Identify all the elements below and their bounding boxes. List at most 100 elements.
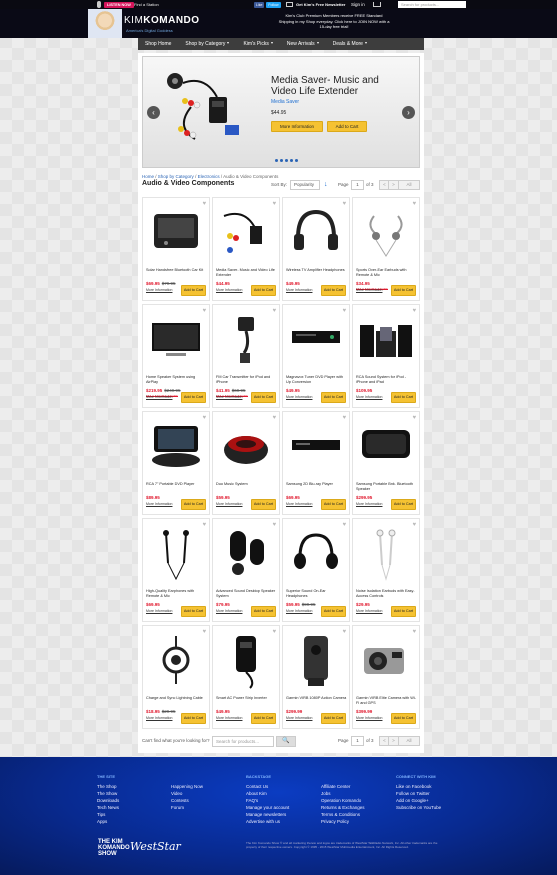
heart-icon[interactable]: ♥ <box>202 201 206 207</box>
product-name[interactable]: Wireless TV Amplifier Headphones <box>286 268 348 278</box>
dvd-icon[interactable] <box>286 309 346 369</box>
footer-link[interactable]: Follow on Twitter <box>396 790 441 797</box>
product-name[interactable]: RCA 7" Portable DVD Player <box>146 482 208 492</box>
product-card[interactable]: ♥ Samsung 2D Blu-ray Player $69.95 More Inf… <box>282 411 350 515</box>
footer-link[interactable]: Advertise with us <box>246 818 289 825</box>
heart-icon[interactable]: ♥ <box>342 415 346 421</box>
more-info-link[interactable]: More Information <box>286 502 312 506</box>
product-name[interactable]: Duo Music System <box>216 482 278 492</box>
slider-more-info-button[interactable]: More Information <box>271 121 323 132</box>
inverter-icon[interactable] <box>216 630 276 690</box>
more-info-link[interactable]: More Information <box>286 288 312 292</box>
product-card[interactable]: ♥ Home Speaker System using AirPlay $219.9… <box>142 304 210 408</box>
slider-dot[interactable] <box>285 159 288 162</box>
slider-dot[interactable] <box>280 159 283 162</box>
cable-icon[interactable] <box>216 202 276 262</box>
product-name[interactable]: Noise Isolation Earbuds with Easy-Access… <box>356 589 418 599</box>
twitter-follow-button[interactable]: Follow <box>266 1 281 8</box>
footer-link[interactable]: FAQ's <box>246 797 289 804</box>
more-info-link[interactable]: More Information <box>216 716 242 720</box>
slider-brand[interactable]: Media Saver <box>271 99 299 105</box>
footer-link[interactable]: Terms & Conditions <box>321 811 365 818</box>
product-card[interactable]: ♥ Garmin VIRB 1080P Action Camera $299.99 M… <box>282 625 350 729</box>
product-card[interactable]: ♥ Garmin VIRB Elite Camera with Wi-Fi and… <box>352 625 420 729</box>
heart-icon[interactable]: ♥ <box>202 522 206 528</box>
product-name[interactable]: Garmin VIRB 1080P Action Camera <box>286 696 348 706</box>
portable-dvd-icon[interactable] <box>146 416 206 476</box>
speaker-icon[interactable] <box>146 309 206 369</box>
add-to-cart-button[interactable]: Add to Cart <box>181 606 206 617</box>
lightning-cable-icon[interactable] <box>146 630 206 690</box>
nav-item[interactable]: Shop by Category <box>178 38 236 50</box>
desktop-speaker-icon[interactable] <box>216 523 276 583</box>
footer-link[interactable]: Privacy Policy <box>321 818 365 825</box>
product-card[interactable]: ♥ RCA Sound System for iPod - iPhone and … <box>352 304 420 408</box>
more-info-link[interactable]: More Information <box>216 288 242 292</box>
heart-icon[interactable]: ♥ <box>412 201 416 207</box>
product-name[interactable]: RCA Sound System for iPod - iPhone and i… <box>356 375 418 385</box>
product-name[interactable]: Samsung Portable Bnk. Bluetooth Speaker <box>356 482 418 492</box>
product-name[interactable]: FM Car Transmitter for iPod and iPhone <box>216 375 278 385</box>
page-input[interactable]: 1 <box>351 736 364 746</box>
footer-link[interactable]: The Shop <box>97 783 119 790</box>
car-kit-icon[interactable] <box>146 202 206 262</box>
nav-item[interactable]: Shop Home <box>138 38 178 50</box>
breadcrumb-home[interactable]: Home <box>142 174 154 179</box>
more-info-link[interactable]: More Information <box>146 502 172 506</box>
heart-icon[interactable]: ♥ <box>342 629 346 635</box>
transmitter-icon[interactable] <box>216 309 276 369</box>
site-logo[interactable]: KIMKOMANDO <box>124 15 200 26</box>
add-to-cart-button[interactable]: Add to Cart <box>321 499 346 510</box>
add-to-cart-button[interactable]: Add to Cart <box>321 285 346 296</box>
footer-link[interactable]: Like on Facebook <box>396 783 441 790</box>
search-icon[interactable]: 🔍 <box>276 736 296 747</box>
footer-link[interactable]: Apps <box>97 818 119 825</box>
slider-add-to-cart-button[interactable]: Add to Cart <box>327 121 367 132</box>
add-to-cart-button[interactable]: Add to Cart <box>251 392 276 403</box>
slider-dot[interactable] <box>290 159 293 162</box>
slider-next-arrow-icon[interactable]: › <box>402 106 415 119</box>
heart-icon[interactable]: ♥ <box>272 522 276 528</box>
more-info-link[interactable]: More Information <box>146 395 172 399</box>
add-to-cart-button[interactable]: Add to Cart <box>181 285 206 296</box>
page-input[interactable]: 1 <box>351 180 364 190</box>
footer-link[interactable]: Video <box>171 790 203 797</box>
more-info-link[interactable]: More Information <box>216 395 242 399</box>
heart-icon[interactable]: ♥ <box>202 308 206 314</box>
more-info-link[interactable]: More Information <box>286 609 312 613</box>
product-card[interactable]: ♥ Duo Music System $59.95 More Information A… <box>212 411 280 515</box>
heart-icon[interactable]: ♥ <box>412 415 416 421</box>
product-card[interactable]: ♥ Sports Over-Ear Earbuds with Remote & M… <box>352 197 420 301</box>
footer-link[interactable]: Contests <box>171 797 203 804</box>
premium-promo[interactable]: Kim's Club Premium Members receive FREE … <box>278 13 390 30</box>
weststar-logo[interactable]: WestStar <box>130 840 181 853</box>
listen-now-button[interactable]: LISTEN NOW <box>104 1 134 8</box>
product-name[interactable]: Advanced Sound Desktop Speaker System <box>216 589 278 599</box>
slider-prev-arrow-icon[interactable]: ‹ <box>147 106 160 119</box>
kim-show-logo[interactable]: THE KIM KOMANDO SHOW <box>98 839 130 857</box>
footer-link[interactable]: Subscribe on YouTube <box>396 804 441 811</box>
onear-icon[interactable] <box>286 523 346 583</box>
duo-speaker-icon[interactable] <box>216 416 276 476</box>
heart-icon[interactable]: ♥ <box>272 308 276 314</box>
add-to-cart-button[interactable]: Add to Cart <box>391 713 416 724</box>
more-info-link[interactable]: More Information <box>216 502 242 506</box>
nav-item[interactable]: Kim's Picks <box>236 38 279 50</box>
product-card[interactable]: ♥ Charge and Sync Lightning Cable $18.95 $2… <box>142 625 210 729</box>
add-to-cart-button[interactable]: Add to Cart <box>321 392 346 403</box>
footer-link[interactable]: Manage newsletters <box>246 811 289 818</box>
product-card[interactable]: ♥ Magnavox Tuner DVD Player with Up Conve… <box>282 304 350 408</box>
facebook-like-button[interactable]: Like <box>254 1 265 8</box>
add-to-cart-button[interactable]: Add to Cart <box>391 285 416 296</box>
footer-link[interactable]: Jobs <box>321 790 365 797</box>
sign-in-link[interactable]: Sign in <box>351 0 365 9</box>
more-info-link[interactable]: More Information <box>356 288 382 292</box>
product-card[interactable]: ♥ FM Car Transmitter for iPod and iPhone $… <box>212 304 280 408</box>
product-name[interactable]: Charge and Sync Lightning Cable <box>146 696 208 706</box>
add-to-cart-button[interactable]: Add to Cart <box>181 713 206 724</box>
product-name[interactable]: Garmin VIRB Elite Camera with Wi-Fi and … <box>356 696 418 706</box>
heart-icon[interactable]: ♥ <box>342 308 346 314</box>
footer-link[interactable]: Tech News <box>97 804 119 811</box>
view-all-button[interactable]: All <box>398 180 420 190</box>
heart-icon[interactable]: ♥ <box>412 308 416 314</box>
